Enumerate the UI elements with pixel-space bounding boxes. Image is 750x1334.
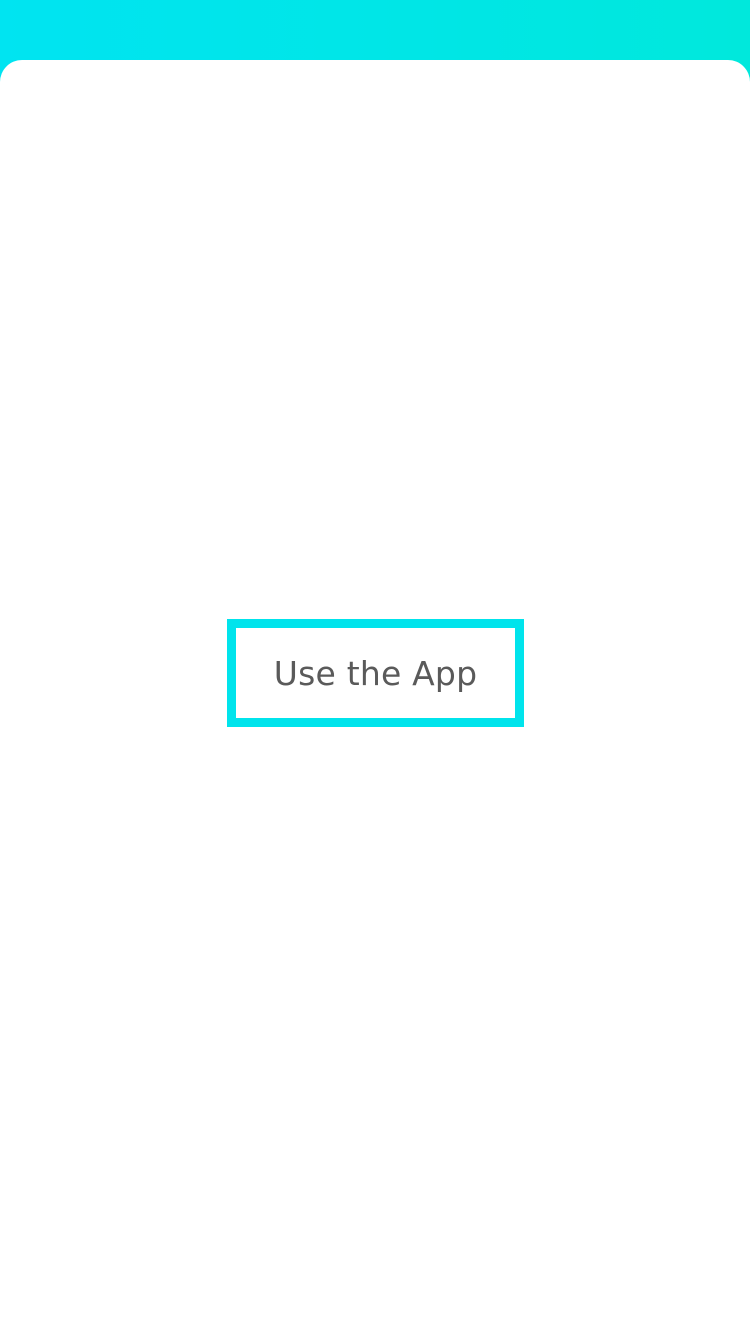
use-the-app-label: Use the App	[273, 653, 478, 693]
use-the-app-button[interactable]: Use the App	[227, 619, 524, 727]
